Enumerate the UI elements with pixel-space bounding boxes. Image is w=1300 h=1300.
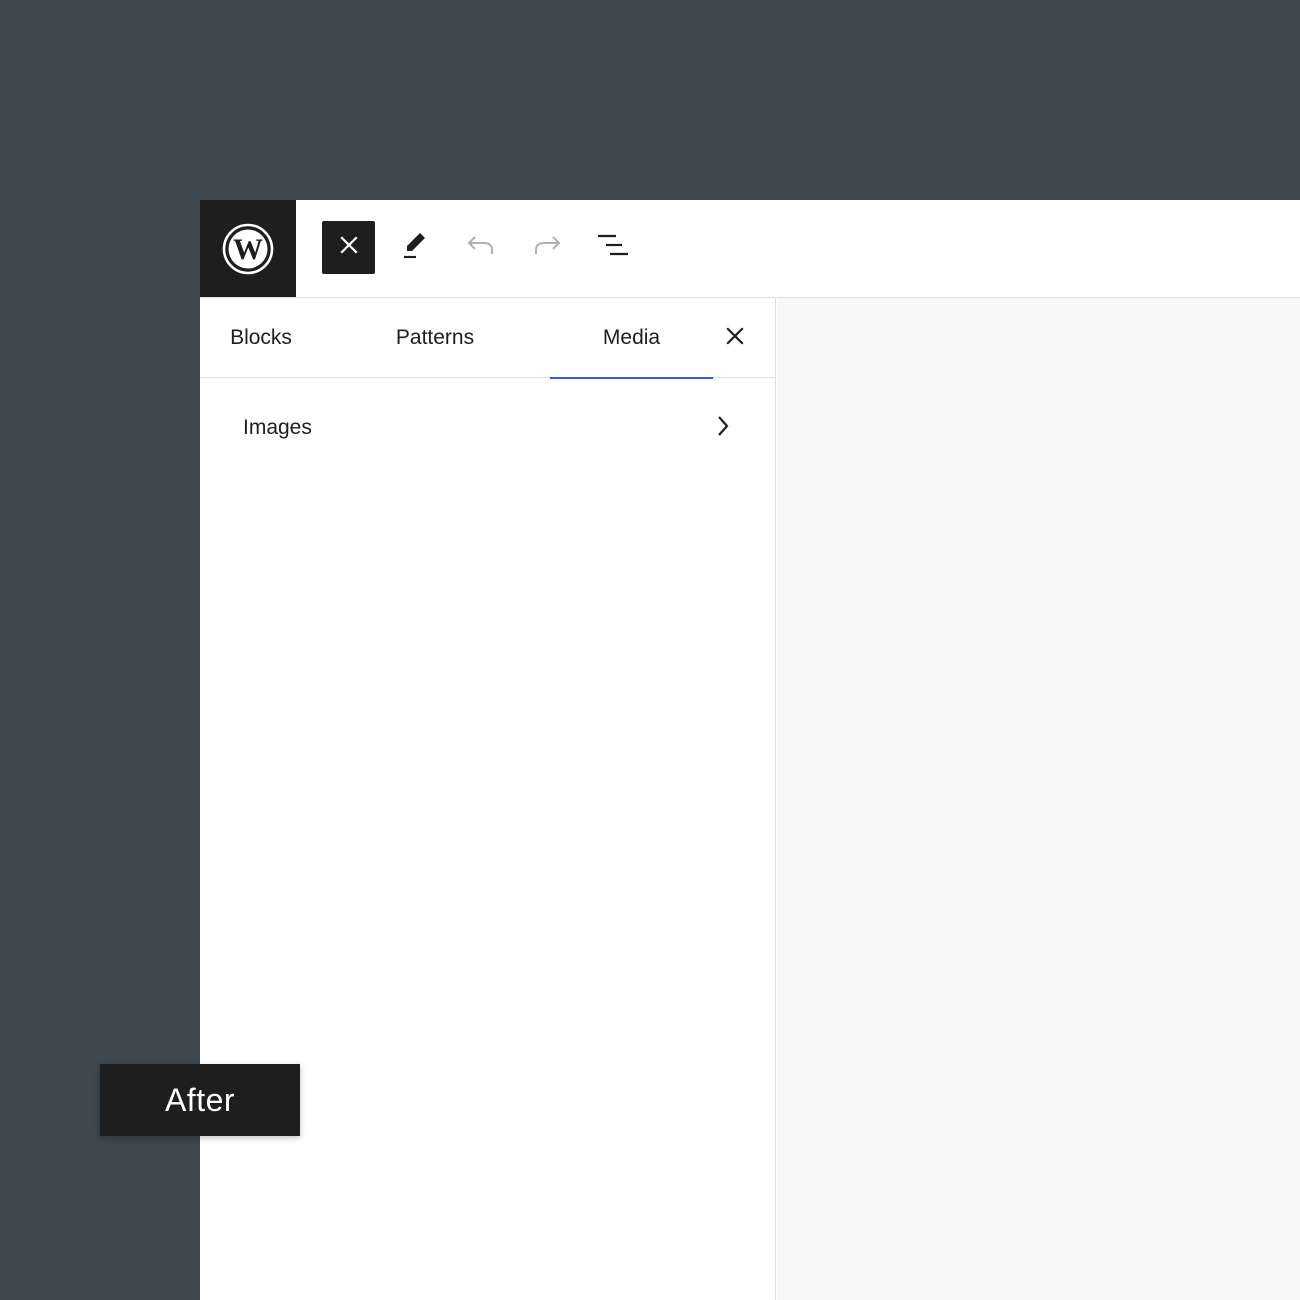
after-label-badge: After bbox=[100, 1064, 300, 1136]
media-category-images[interactable]: Images bbox=[224, 398, 744, 458]
tab-media[interactable]: Media bbox=[550, 298, 713, 379]
close-inserter-button[interactable] bbox=[715, 318, 755, 358]
pencil-icon bbox=[401, 230, 429, 265]
toggle-inserter-button[interactable] bbox=[322, 221, 375, 274]
editor-window: W Blocks Patterns Media Images bbox=[200, 200, 1300, 1300]
editor-header: W bbox=[200, 200, 1300, 298]
chevron-right-icon bbox=[716, 415, 730, 442]
tab-patterns[interactable]: Patterns bbox=[370, 298, 500, 378]
wordpress-logo-icon[interactable]: W bbox=[200, 200, 296, 297]
list-view-icon bbox=[596, 233, 630, 262]
edit-tool-button[interactable] bbox=[388, 221, 441, 274]
block-inserter-panel: Blocks Patterns Media Images bbox=[200, 298, 776, 1300]
redo-icon bbox=[532, 234, 562, 261]
undo-button[interactable] bbox=[454, 221, 507, 274]
media-category-label: Images bbox=[243, 416, 312, 439]
close-icon bbox=[726, 326, 744, 350]
undo-icon bbox=[466, 234, 496, 261]
inserter-tabs: Blocks Patterns Media bbox=[200, 298, 775, 379]
tab-blocks[interactable]: Blocks bbox=[200, 298, 314, 378]
editor-canvas[interactable] bbox=[777, 298, 1300, 1300]
svg-text:W: W bbox=[233, 233, 263, 266]
document-overview-button[interactable] bbox=[586, 221, 639, 274]
close-icon bbox=[339, 236, 358, 259]
stage: W Blocks Patterns Media Images After bbox=[0, 0, 1300, 1300]
redo-button[interactable] bbox=[520, 221, 573, 274]
